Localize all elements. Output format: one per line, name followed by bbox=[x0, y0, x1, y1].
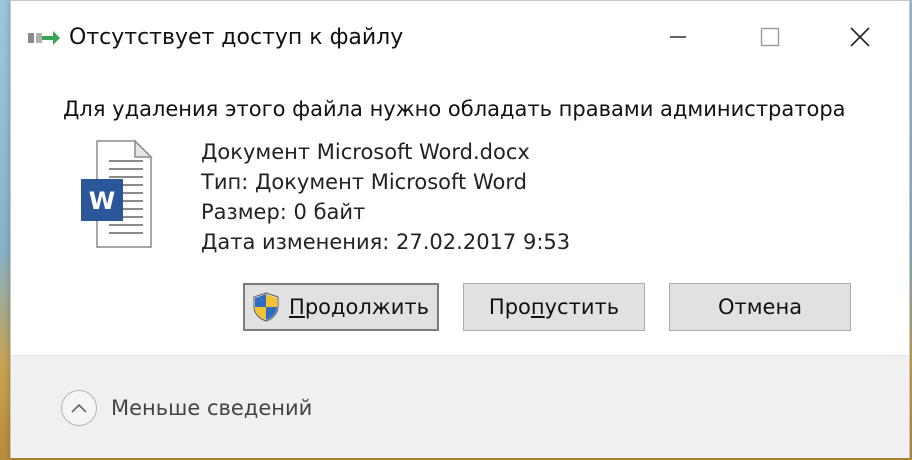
file-modified: Дата изменения: 27.02.2017 9:53 bbox=[201, 230, 571, 254]
file-name: Документ Microsoft Word.docx bbox=[201, 140, 530, 164]
maximize-button[interactable] bbox=[743, 15, 797, 59]
file-type: Тип: Документ Microsoft Word bbox=[201, 170, 527, 194]
close-icon bbox=[850, 27, 870, 47]
dialog-content: Для удаления этого файла нужно обладать … bbox=[11, 75, 909, 355]
message-text: Для удаления этого файла нужно обладать … bbox=[63, 97, 846, 121]
word-document-icon: W bbox=[81, 139, 153, 248]
title-bar[interactable]: Отсутствует доступ к файлу bbox=[11, 1, 909, 75]
file-size: Размер: 0 байт bbox=[201, 200, 366, 224]
window-title: Отсутствует доступ к файлу bbox=[69, 25, 404, 50]
cancel-button[interactable]: Отмена bbox=[669, 283, 851, 331]
minimize-button[interactable] bbox=[651, 15, 705, 59]
minimize-icon bbox=[670, 36, 686, 38]
move-file-icon bbox=[28, 31, 60, 45]
access-denied-dialog: Отсутствует доступ к файлу Для удаления … bbox=[10, 0, 910, 458]
continue-label: Продолжить bbox=[289, 295, 429, 319]
file-info: Документ Microsoft Word.docx Тип: Докуме… bbox=[201, 137, 570, 257]
chevron-up-icon bbox=[71, 403, 87, 413]
word-icon-letter: W bbox=[89, 187, 115, 215]
maximize-icon bbox=[760, 27, 780, 47]
skip-label: Пропустить bbox=[488, 295, 620, 319]
collapse-details-button[interactable] bbox=[61, 390, 97, 426]
close-button[interactable] bbox=[833, 15, 887, 59]
skip-button[interactable]: Пропустить bbox=[463, 283, 645, 331]
cancel-label: Отмена bbox=[717, 295, 803, 319]
details-footer: Меньше сведений bbox=[11, 355, 909, 458]
fewer-details-link[interactable]: Меньше сведений bbox=[111, 396, 312, 420]
continue-button[interactable]: Продолжить bbox=[243, 283, 439, 331]
uac-shield-icon bbox=[253, 292, 279, 322]
